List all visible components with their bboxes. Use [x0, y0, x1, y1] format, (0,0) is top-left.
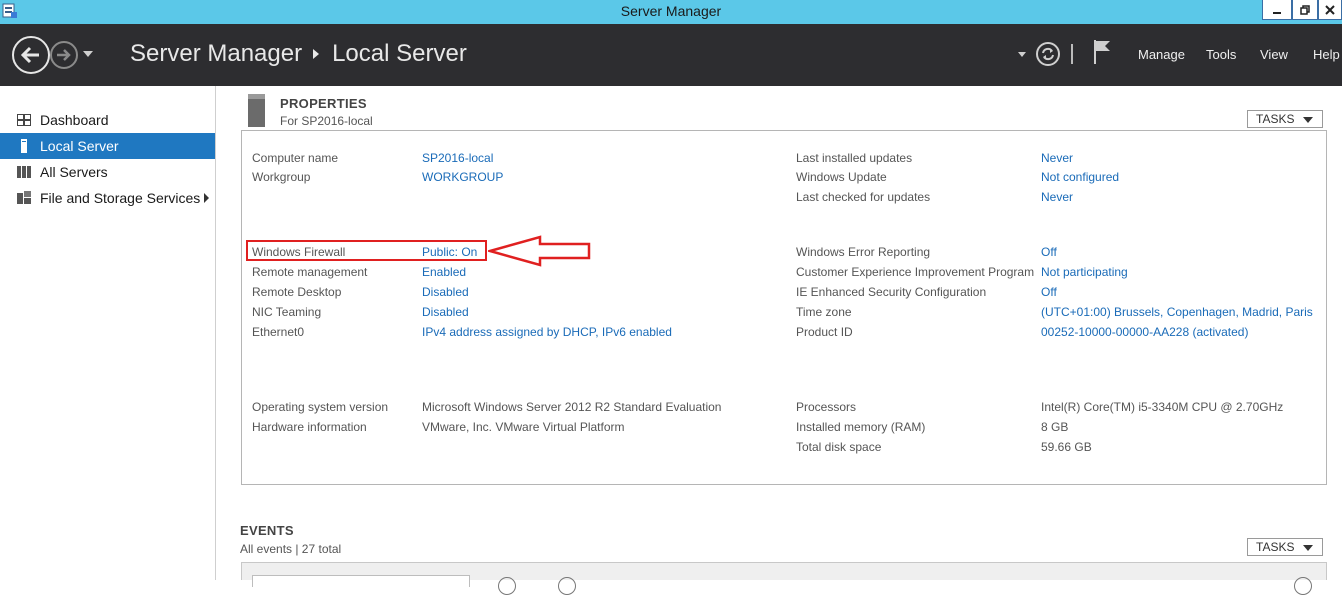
events-subtitle: All events | 27 total — [240, 542, 342, 556]
menu-view[interactable]: View — [1260, 47, 1288, 62]
sidebar-item-label: Local Server — [40, 138, 119, 154]
property-label: Ethernet0 — [252, 325, 305, 339]
computer-name-link[interactable]: SP2016-local — [422, 151, 493, 165]
property-label: IE Enhanced Security Configuration — [796, 285, 987, 299]
property-label: Remote Desktop — [252, 285, 342, 299]
sidebar-item-file-storage[interactable]: File and Storage Services — [0, 185, 215, 211]
last-installed-updates-link[interactable]: Never — [1041, 151, 1073, 165]
menu-help[interactable]: Help — [1313, 47, 1340, 62]
sidebar-item-label: File and Storage Services — [40, 190, 201, 206]
submenu-chevron-icon[interactable] — [204, 193, 209, 203]
property-label: Hardware information — [252, 420, 367, 434]
sidebar-item-label: All Servers — [40, 164, 108, 180]
restore-icon — [1300, 4, 1310, 15]
properties-panel: Computer name SP2016-local Workgroup WOR… — [241, 130, 1327, 485]
property-label: Windows Update — [796, 170, 887, 184]
property-label: Remote management — [252, 265, 368, 279]
sidebar: Dashboard Local Server All Servers File … — [0, 86, 216, 580]
notifications-flag-icon[interactable] — [1093, 38, 1113, 66]
hardware-info-value: VMware, Inc. VMware Virtual Platform — [422, 420, 625, 434]
property-label: Customer Experience Improvement Program — [796, 265, 1035, 279]
back-button[interactable] — [12, 36, 50, 74]
property-label: Computer name — [252, 151, 339, 165]
window-title: Server Manager — [620, 3, 722, 19]
property-label: NIC Teaming — [252, 305, 322, 319]
breadcrumb-current: Local Server — [332, 40, 467, 67]
breadcrumb-separator-icon — [313, 49, 320, 59]
minimize-button[interactable] — [1262, 0, 1292, 20]
property-label: Time zone — [796, 305, 852, 319]
property-label: Windows Error Reporting — [796, 245, 931, 259]
refresh-icon[interactable] — [1035, 41, 1061, 67]
property-label: Last installed updates — [796, 151, 913, 165]
properties-title: PROPERTIES — [280, 96, 367, 111]
breadcrumb: Server Manager Local Server — [130, 40, 467, 68]
storage-icon — [17, 191, 31, 204]
property-label: Workgroup — [252, 170, 311, 184]
menu-tools[interactable]: Tools — [1206, 47, 1236, 62]
main-content: PROPERTIES For SP2016-local TASKS Comput… — [217, 86, 1342, 595]
ethernet0-link[interactable]: IPv4 address assigned by DHCP, IPv6 enab… — [422, 325, 672, 339]
workgroup-link[interactable]: WORKGROUP — [422, 170, 503, 184]
remote-management-link[interactable]: Enabled — [422, 265, 466, 279]
history-dropdown-icon[interactable] — [83, 50, 93, 58]
processors-value: Intel(R) Core(TM) i5-3340M CPU @ 2.70GHz — [1041, 400, 1284, 414]
disk-space-value: 59.66 GB — [1041, 440, 1092, 454]
close-icon — [1325, 4, 1335, 15]
property-label: Installed memory (RAM) — [796, 420, 926, 434]
nic-teaming-link[interactable]: Disabled — [422, 305, 469, 319]
error-reporting-link[interactable]: Off — [1041, 245, 1057, 259]
header-divider — [1071, 44, 1073, 64]
restore-button[interactable] — [1292, 0, 1318, 20]
ie-esc-link[interactable]: Off — [1041, 285, 1057, 299]
close-button[interactable] — [1318, 0, 1342, 20]
server-icon — [21, 139, 27, 153]
menu-manage[interactable]: Manage — [1138, 47, 1185, 62]
annotation-arrow-icon — [488, 235, 591, 267]
sidebar-item-all-servers[interactable]: All Servers — [0, 159, 215, 185]
property-label: Total disk space — [796, 440, 882, 454]
memory-value: 8 GB — [1041, 420, 1069, 434]
events-tasks-dropdown[interactable]: TASKS — [1247, 538, 1323, 556]
sidebar-item-label: Dashboard — [40, 112, 109, 128]
events-panel — [241, 562, 1327, 595]
title-bar: Server Manager — [0, 0, 1342, 24]
properties-section-icon — [248, 94, 265, 127]
sidebar-item-local-server[interactable]: Local Server — [0, 133, 215, 159]
property-label: Operating system version — [252, 400, 389, 414]
back-arrow-icon — [20, 46, 39, 64]
forward-button[interactable] — [50, 41, 78, 69]
properties-tasks-dropdown[interactable]: TASKS — [1247, 110, 1323, 128]
property-label: Product ID — [796, 325, 853, 339]
windows-update-link[interactable]: Not configured — [1041, 170, 1119, 184]
events-filter-input[interactable] — [252, 575, 470, 587]
header-dropdown-icon[interactable] — [1018, 52, 1026, 58]
os-version-value: Microsoft Windows Server 2012 R2 Standar… — [422, 400, 722, 414]
dashboard-icon — [17, 114, 31, 126]
property-label: Processors — [796, 400, 857, 414]
properties-subtitle: For SP2016-local — [280, 114, 373, 128]
last-checked-updates-link[interactable]: Never — [1041, 190, 1073, 204]
property-label: Last checked for updates — [796, 190, 931, 204]
header-bar: Server Manager Local Server Manage Tools… — [0, 24, 1342, 86]
ceip-link[interactable]: Not participating — [1041, 265, 1128, 279]
time-zone-link[interactable]: (UTC+01:00) Brussels, Copenhagen, Madrid… — [1041, 305, 1313, 319]
all-servers-icon — [17, 166, 31, 178]
forward-arrow-icon — [57, 49, 71, 61]
remote-desktop-link[interactable]: Disabled — [422, 285, 469, 299]
breadcrumb-root[interactable]: Server Manager — [130, 40, 302, 68]
product-id-link[interactable]: 00252-10000-00000-AA228 (activated) — [1041, 325, 1248, 339]
firewall-highlight-box — [246, 240, 487, 261]
minimize-icon — [1273, 11, 1281, 14]
sidebar-item-dashboard[interactable]: Dashboard — [0, 107, 215, 133]
events-title: EVENTS — [240, 523, 294, 538]
